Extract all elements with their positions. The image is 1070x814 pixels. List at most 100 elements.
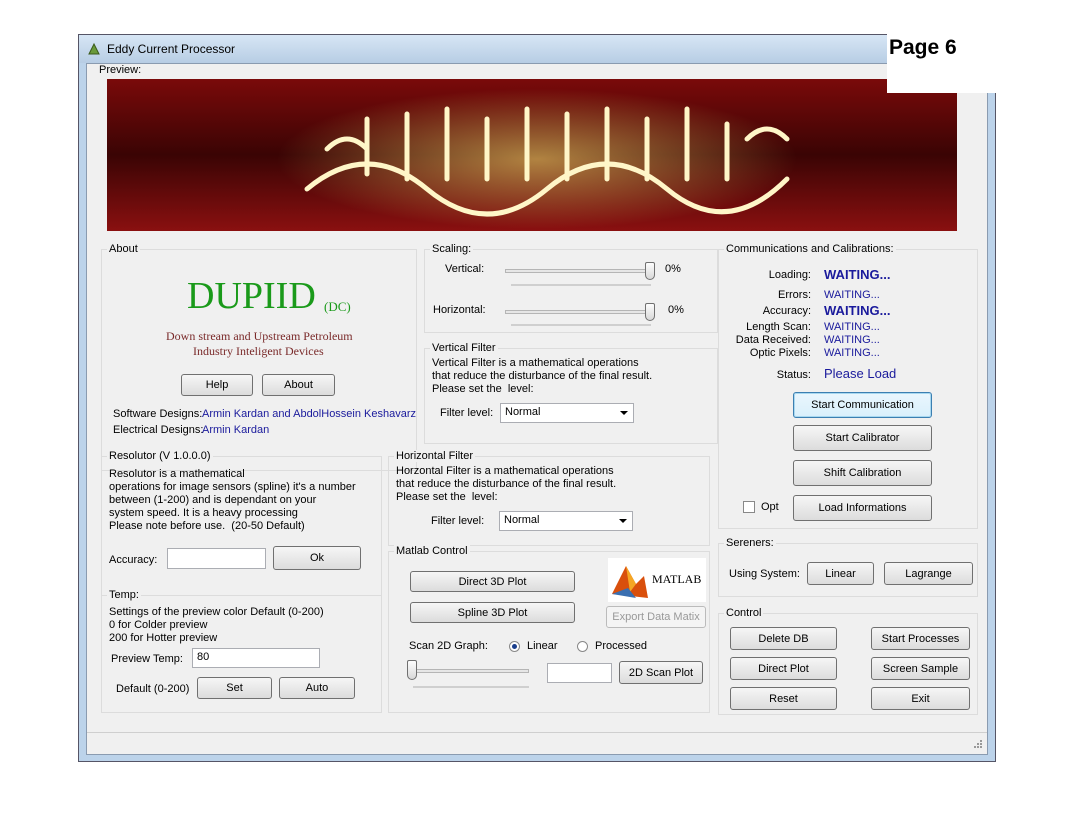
tagline-line-2: Industry Inteligent Devices <box>193 344 324 358</box>
scan-2d-thumb[interactable] <box>407 660 417 680</box>
reset-button[interactable]: Reset <box>730 687 837 710</box>
2d-scan-plot-button[interactable]: 2D Scan Plot <box>619 661 703 684</box>
resize-grip-icon[interactable] <box>973 739 983 749</box>
sereners-group: Sereners: Using System: Linear Lagrange <box>718 537 978 597</box>
data-received-label: Data Received: <box>735 334 811 346</box>
vertical-scale-ticks <box>511 284 651 286</box>
linear-radio-label: Linear <box>527 640 558 652</box>
load-informations-button[interactable]: Load Informations <box>793 495 932 521</box>
shift-calibration-button[interactable]: Shift Calibration <box>793 460 932 486</box>
processed-radio-label: Processed <box>595 640 647 652</box>
preview-temp-input[interactable]: 80 <box>192 648 320 668</box>
horizontal-filter-level-select[interactable]: Normal <box>499 511 633 531</box>
linear-button[interactable]: Linear <box>807 562 874 585</box>
about-button[interactable]: About <box>262 374 335 396</box>
export-data-matix-button[interactable]: Export Data Matix <box>606 606 706 628</box>
horizontal-scale-thumb[interactable] <box>645 303 655 321</box>
status-value: Please Load <box>824 366 897 381</box>
optic-pixels-value: WAITING... <box>824 347 880 359</box>
loading-label: Loading: <box>768 269 811 281</box>
direct-3d-plot-button[interactable]: Direct 3D Plot <box>410 571 575 592</box>
tagline-line-1: Down stream and Upstream Petroleum <box>166 329 353 343</box>
opt-label: Opt <box>761 501 779 513</box>
horizontal-filter-title: Horizontal Filter <box>394 450 476 462</box>
linear-radio[interactable] <box>509 641 520 652</box>
length-scan-label: Length Scan: <box>746 321 811 333</box>
about-title: About <box>107 243 140 255</box>
scan-2d-ticks <box>413 686 529 688</box>
start-communication-button[interactable]: Start Communication <box>793 392 932 418</box>
sereners-title: Sereners: <box>724 537 776 549</box>
horizontal-filter-level-value: Normal <box>504 514 540 526</box>
matlab-control-title: Matlab Control <box>394 545 470 557</box>
lagrange-button[interactable]: Lagrange <box>884 562 973 585</box>
vertical-scale-label: Vertical: <box>445 263 485 275</box>
status-strip <box>87 732 987 755</box>
horizontal-scale-track[interactable] <box>505 310 655 314</box>
vertical-scale-thumb[interactable] <box>645 262 655 280</box>
logo-title: DUPIID <box>187 275 316 317</box>
control-title: Control <box>724 607 764 619</box>
processed-radio[interactable] <box>577 641 588 652</box>
communications-group: Communications and Calibrations: Loading… <box>718 243 978 529</box>
resolutor-title: Resolutor (V 1.0.0.0) <box>107 450 213 462</box>
temp-title: Temp: <box>107 589 141 601</box>
vertical-filter-description: Vertical Filter is a mathematical operat… <box>432 357 653 395</box>
scan-2d-graph-label: Scan 2D Graph: <box>409 640 488 652</box>
optic-pixels-label: Optic Pixels: <box>749 347 811 359</box>
start-calibrator-button[interactable]: Start Calibrator <box>793 425 932 451</box>
vertical-filter-level-label: Filter level: <box>440 407 494 419</box>
delete-db-button[interactable]: Delete DB <box>730 627 837 650</box>
vertical-filter-level-value: Normal <box>505 406 541 418</box>
accuracy-label: Accuracy: <box>762 305 811 317</box>
about-group: About DUPIID (DC) Down stream and Upstre… <box>101 243 417 471</box>
exit-button[interactable]: Exit <box>871 687 970 710</box>
horizontal-filter-group: Horizontal Filter Horzontal Filter is a … <box>388 450 710 546</box>
matlab-logo: MATLAB <box>608 558 706 602</box>
logo-subtitle: (DC) <box>324 299 351 314</box>
preview-label: Preview: <box>99 64 142 76</box>
horizontal-filter-description: Horzontal Filter is a mathematical opera… <box>396 465 617 503</box>
data-received-value: WAITING... <box>824 334 880 346</box>
chevron-down-icon <box>620 411 628 415</box>
spline-3d-plot-button[interactable]: Spline 3D Plot <box>410 602 575 623</box>
direct-plot-button[interactable]: Direct Plot <box>730 657 837 680</box>
electrical-label: Electrical Designs: <box>113 424 204 436</box>
vertical-scale-track[interactable] <box>505 269 655 273</box>
electrical-value: Armin Kardan <box>202 424 270 436</box>
resolutor-group: Resolutor (V 1.0.0.0) Resolutor is a mat… <box>101 450 382 596</box>
start-processes-button[interactable]: Start Processes <box>871 627 970 650</box>
control-group: Control Delete DB Start Processes Direct… <box>718 607 978 715</box>
app-icon <box>87 42 101 56</box>
matlab-control-group: Matlab Control Direct 3D Plot Spline 3D … <box>388 545 710 713</box>
main-window: Eddy Current Processor Preview: About DU… <box>78 34 996 762</box>
vertical-scale-value: 0% <box>665 263 681 275</box>
matlab-logo-text: MATLAB <box>652 572 702 586</box>
software-value: Armin Kardan and AbdolHossein Keshavarz <box>202 408 417 420</box>
errors-value: WAITING... <box>824 289 880 301</box>
temp-description: Settings of the preview color Default (0… <box>109 606 324 644</box>
scan-2d-track[interactable] <box>407 669 529 673</box>
loading-value: WAITING... <box>824 267 891 282</box>
errors-label: Errors: <box>778 289 811 301</box>
set-button[interactable]: Set <box>197 677 272 699</box>
auto-button[interactable]: Auto <box>279 677 355 699</box>
screen-sample-button[interactable]: Screen Sample <box>871 657 970 680</box>
help-button[interactable]: Help <box>181 374 253 396</box>
ok-button[interactable]: Ok <box>273 546 361 570</box>
page-label: Page 6 <box>887 34 997 93</box>
software-label: Software Designs: <box>113 408 203 420</box>
scan-2d-value-input[interactable] <box>547 663 612 683</box>
resolutor-description: Resolutor is a mathematical operations f… <box>109 468 356 532</box>
horizontal-scale-ticks <box>511 324 651 326</box>
using-system-label: Using System: <box>729 568 800 580</box>
vertical-filter-level-select[interactable]: Normal <box>500 403 634 423</box>
horizontal-scale-label: Horizontal: <box>433 304 486 316</box>
vertical-filter-group: Vertical Filter Vertical Filter is a mat… <box>424 342 718 444</box>
length-scan-value: WAITING... <box>824 321 880 333</box>
preview-image <box>107 79 957 231</box>
client-area: Preview: About DUPIID (DC) Down stream a… <box>86 63 988 755</box>
opt-checkbox[interactable] <box>743 501 755 513</box>
communications-title: Communications and Calibrations: <box>724 243 896 255</box>
accuracy-input[interactable] <box>167 548 266 569</box>
